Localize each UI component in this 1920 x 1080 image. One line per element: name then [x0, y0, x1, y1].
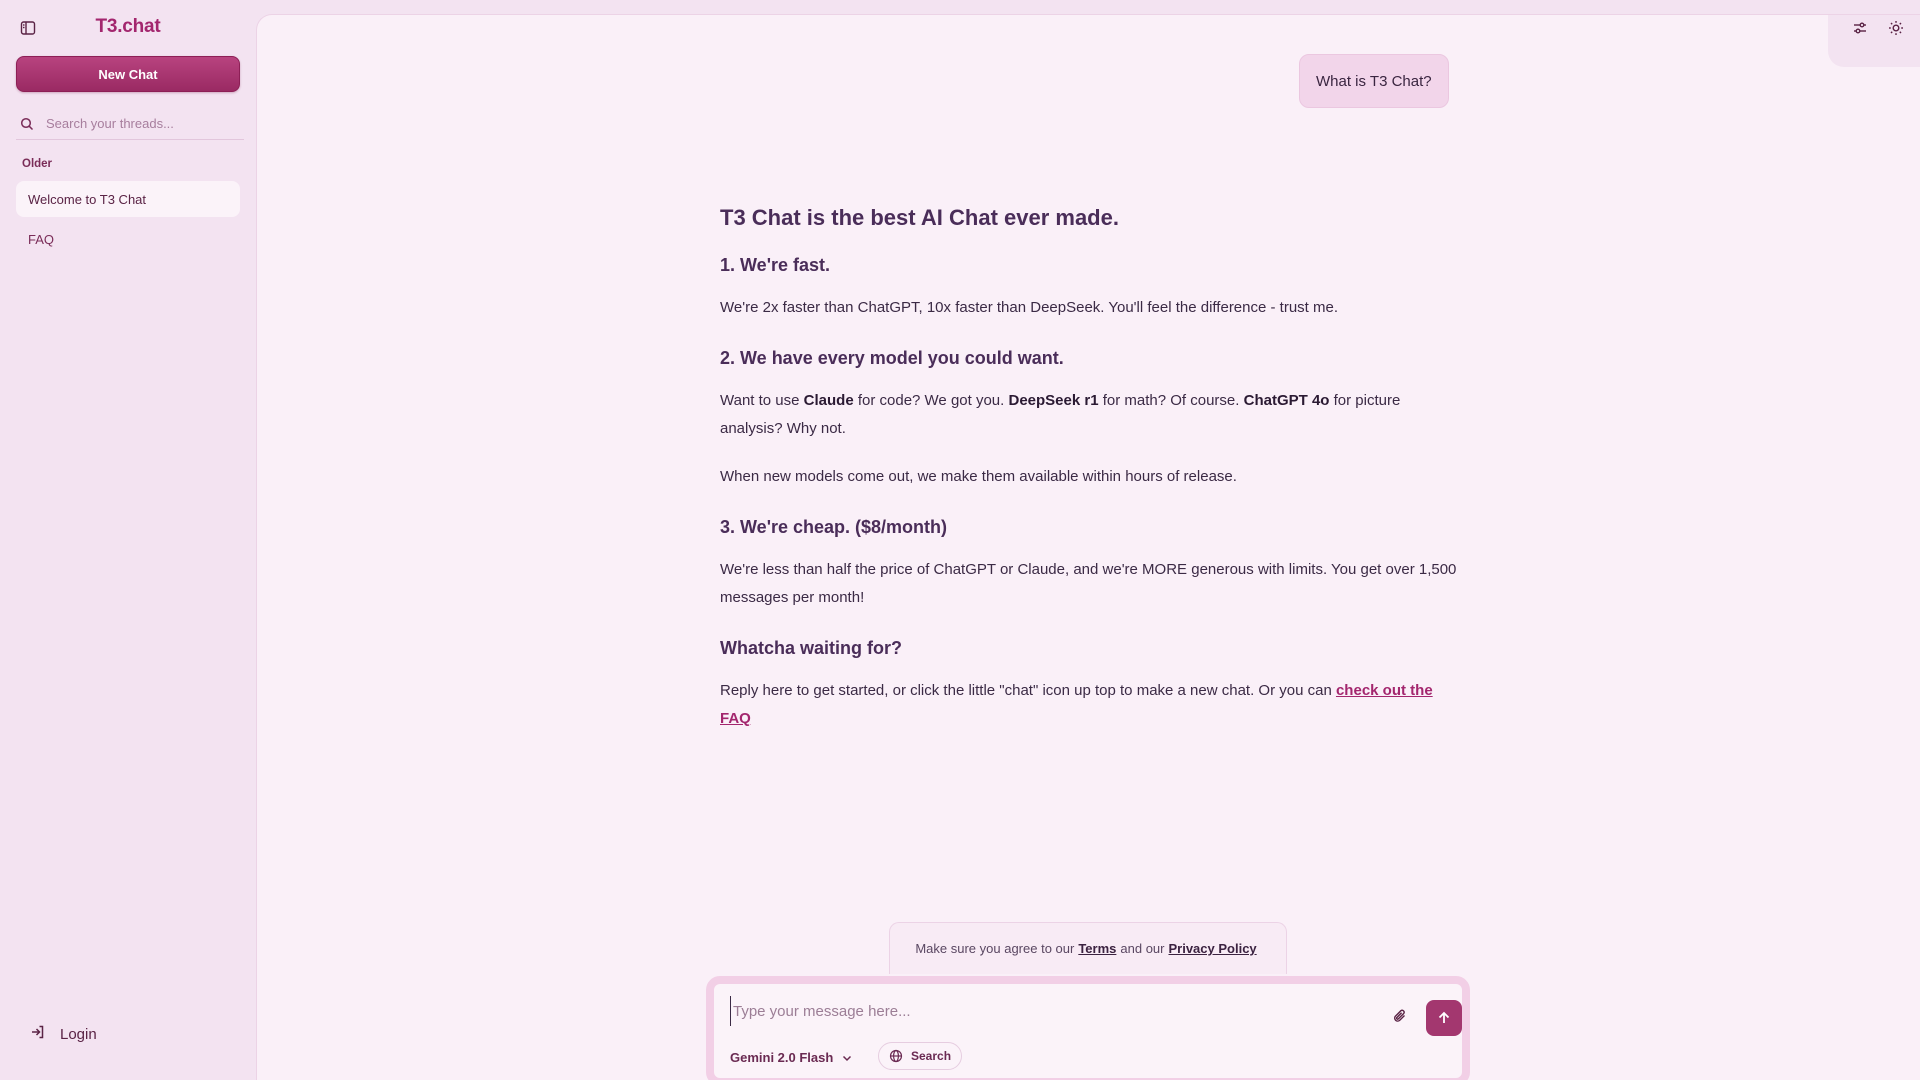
message-input[interactable]: [730, 996, 1370, 1026]
web-search-toggle[interactable]: Search: [878, 1042, 963, 1070]
send-button[interactable]: [1426, 1000, 1462, 1036]
sidebar-item-welcome[interactable]: Welcome to T3 Chat: [16, 181, 240, 217]
web-search-label: Search: [911, 1049, 952, 1063]
user-message-bubble: What is T3 Chat?: [1299, 54, 1449, 108]
sidebar-item-faq[interactable]: FAQ: [16, 221, 240, 257]
model-selector[interactable]: Gemini 2.0 Flash: [730, 1050, 853, 1065]
sidebar-item-label: Welcome to T3 Chat: [28, 191, 147, 207]
section-text-models-2: When new models come out, we make them a…: [720, 468, 1237, 485]
globe-icon: [889, 1049, 903, 1063]
new-chat-button[interactable]: New Chat: [16, 56, 240, 92]
chevron-down-icon: [843, 1055, 852, 1061]
login-label: Login: [60, 1025, 97, 1043]
response-title: T3 Chat is the best AI Chat ever made.: [720, 205, 1119, 230]
section-text-models: Want to use Claude for code? We got you.…: [720, 392, 1401, 437]
section-heading-fast: 1. We're fast.: [720, 255, 830, 275]
search-icon: [20, 116, 36, 132]
arrow-up-icon: [1438, 1011, 1450, 1023]
thread-search: [16, 108, 244, 140]
model-deepseek: DeepSeek r1: [1008, 392, 1099, 409]
model-selector-label: Gemini 2.0 Flash: [730, 1050, 834, 1065]
settings-sliders-icon[interactable]: [1850, 18, 1870, 38]
brand-logo[interactable]: T3.chat: [0, 16, 256, 38]
section-text-cheap: We're less than half the price of ChatGP…: [720, 561, 1457, 606]
login-icon: [30, 1024, 46, 1044]
assistant-response: T3 Chat is the best AI Chat ever made. 1…: [720, 205, 1460, 753]
terms-notice: Make sure you agree to our Terms and our…: [889, 922, 1287, 974]
section-text-waiting: Reply here to get started, or click the …: [720, 682, 1433, 727]
section-heading-models: 2. We have every model you could want.: [720, 348, 1064, 368]
theme-sun-icon[interactable]: [1886, 18, 1906, 38]
terms-link[interactable]: Terms: [1078, 941, 1116, 956]
message-composer: Gemini 2.0 Flash Search: [706, 976, 1470, 1080]
sidebar: T3.chat New Chat Older Welcome to T3 Cha…: [0, 0, 256, 1080]
sidebar-item-label: FAQ: [28, 231, 55, 247]
privacy-policy-link[interactable]: Privacy Policy: [1168, 941, 1256, 956]
model-chatgpt: ChatGPT 4o: [1243, 392, 1330, 409]
section-text-fast: We're 2x faster than ChatGPT, 10x faster…: [720, 299, 1339, 316]
login-button[interactable]: Login: [30, 1024, 97, 1044]
section-heading-cheap: 3. We're cheap. ($8/month): [720, 517, 948, 537]
thread-group-label: Older: [22, 158, 53, 170]
section-heading-waiting: Whatcha waiting for?: [720, 638, 902, 658]
paperclip-icon[interactable]: [1390, 1006, 1410, 1026]
thread-search-input[interactable]: [46, 116, 236, 131]
model-claude: Claude: [803, 392, 854, 409]
header-actions: [1850, 18, 1906, 38]
